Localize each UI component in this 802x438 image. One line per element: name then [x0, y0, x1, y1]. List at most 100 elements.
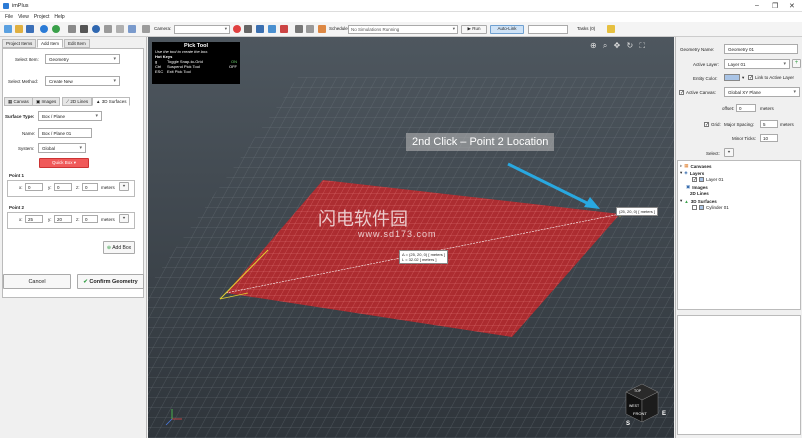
active-canvas-value: Global XY Plane — [728, 90, 761, 95]
pick-tool-tooltip: Pick Tool Use the tool to create the box… — [152, 42, 240, 84]
tree-layers[interactable]: ▾ ◈ Layers — [680, 170, 704, 176]
tab-add-item[interactable]: Add Item — [37, 39, 64, 48]
subtab-3d-surfaces-label: 3D Surfaces — [101, 99, 127, 104]
autolink-label: Auto-Link — [497, 26, 517, 31]
active-canvas-combo[interactable]: Global XY Plane ▾ — [724, 87, 800, 97]
name-label: Name: — [22, 131, 36, 136]
major-spacing-input[interactable]: 5 — [760, 120, 778, 128]
info-icon[interactable] — [40, 25, 48, 33]
point1-pick-button[interactable]: ⌖ — [119, 182, 129, 191]
tree-canvases-label: Canvases — [690, 163, 712, 169]
tab-edit-item[interactable]: Edit Item — [64, 39, 90, 48]
tab-project-items[interactable]: Project Items — [2, 39, 37, 48]
cancel-button[interactable]: Cancel — [3, 274, 71, 289]
grid-checkbox[interactable]: Grid: — [704, 122, 721, 127]
save-icon[interactable] — [26, 25, 34, 33]
add-icon[interactable] — [52, 25, 60, 33]
pencil-icon[interactable] — [607, 25, 615, 33]
list-icon[interactable] — [68, 25, 76, 33]
menu-help[interactable]: Help — [54, 14, 64, 20]
entity-color-label: Entity Color: — [693, 76, 718, 81]
select-pick-button[interactable]: ⌖ — [724, 148, 734, 157]
tree-layer01[interactable]: Layer 01 — [692, 177, 724, 182]
maximize-button[interactable]: ❐ — [772, 2, 778, 10]
target-icon[interactable] — [280, 25, 288, 33]
quick-box-button[interactable]: Quick Box ▾ — [39, 158, 89, 168]
record-icon[interactable] — [233, 25, 241, 33]
active-layer-combo[interactable]: Layer 01 ▾ — [724, 59, 790, 69]
point1-y-input[interactable]: 0 — [54, 183, 72, 191]
menu-view[interactable]: View — [18, 14, 29, 20]
dropdown-icon[interactable] — [306, 25, 314, 33]
add-layer-button[interactable]: + — [792, 59, 801, 68]
3d-viewport[interactable]: ⊕ ⌕ ✥ ↻ ⛶ 2nd Click – Point 2 Location (… — [148, 37, 674, 438]
watermark-url: www.sd173.com — [358, 229, 437, 239]
point2-z-input[interactable]: 0 — [82, 215, 98, 223]
tree-2d-lines[interactable]: 2D Lines — [690, 191, 709, 196]
subtab-3d-surfaces[interactable]: ▲ 3D Surfaces — [92, 97, 131, 106]
layers-icon: ◈ — [684, 170, 688, 175]
close-button[interactable]: ✕ — [789, 2, 795, 10]
right-panel: Geometry Name: Geometry 01 Active Layer:… — [675, 37, 802, 438]
subtab-images[interactable]: ▣ Images — [32, 97, 61, 106]
menu-file[interactable]: File — [5, 14, 13, 20]
autolink-button[interactable]: Auto-Link — [490, 25, 524, 34]
open-icon[interactable] — [15, 25, 23, 33]
name-input[interactable]: Box / Plane 01 — [38, 128, 92, 138]
layers-icon[interactable] — [116, 25, 124, 33]
point2-y-input[interactable]: 20 — [54, 215, 72, 223]
export-icon[interactable] — [295, 25, 303, 33]
point1-x-input[interactable]: 0 — [25, 183, 43, 191]
viewport-tools[interactable]: ⊕ ⌕ ✥ ↻ ⛶ — [590, 41, 647, 51]
point2-x-input[interactable]: 25 — [25, 215, 43, 223]
view-cube[interactable] — [625, 383, 659, 423]
link-to-layer-checkbox[interactable]: Link to Active Layer — [748, 75, 794, 80]
panel-icon[interactable] — [142, 25, 150, 33]
tree-layer01-label: Layer 01 — [706, 177, 724, 182]
subtab-2d-lines[interactable]: ⟋ 2D Lines — [62, 97, 93, 106]
run-button[interactable]: ▶ Run — [461, 25, 487, 34]
grid-icon[interactable] — [80, 25, 88, 33]
annotation-label: 2nd Click – Point 2 Location — [406, 133, 555, 151]
add-box-button[interactable]: ⊕ Add Box — [103, 241, 135, 254]
camera-icon[interactable] — [256, 25, 264, 33]
surface-type-combo[interactable]: Box / Plane ▾ — [38, 111, 102, 121]
film-icon[interactable] — [244, 25, 252, 33]
geometry-name-input[interactable]: Geometry 01 — [724, 44, 798, 54]
tree-images-label: Images — [692, 184, 708, 190]
menu-project[interactable]: Project — [34, 14, 50, 20]
entity-color-swatch[interactable] — [724, 74, 740, 81]
view-cube-top-label: TOP — [634, 389, 642, 393]
hotkey-key: ESC — [155, 69, 164, 74]
system-combo[interactable]: Global ▾ — [38, 143, 86, 153]
camera-label: Camera: — [154, 26, 172, 31]
camera-select[interactable]: ▾ — [174, 25, 230, 34]
select-method-combo[interactable]: Create New ▾ — [45, 76, 120, 86]
tree-canvases[interactable]: ▹ ▦ Canvases — [680, 163, 712, 169]
new-icon[interactable] — [4, 25, 12, 33]
schedule-select[interactable]: No Simulations Running ▾ — [348, 25, 458, 34]
schedule-icon[interactable] — [318, 25, 326, 33]
watermark-cn: 闪电软件园 — [318, 209, 408, 230]
search-field[interactable] — [528, 25, 568, 34]
active-canvas-checkbox[interactable]: Active Canvas: — [679, 90, 716, 95]
globe-icon[interactable] — [92, 25, 100, 33]
settings-icon[interactable] — [128, 25, 136, 33]
tree-3d-surfaces[interactable]: ▾ ▲ 3D Surfaces — [680, 198, 717, 204]
measure-icon[interactable] — [104, 25, 112, 33]
point2-pick-button[interactable]: ⌖ — [119, 214, 129, 223]
color-dropdown-icon[interactable]: ▾ — [742, 75, 744, 81]
minimize-button[interactable]: – — [755, 2, 759, 9]
tree-view[interactable]: ▹ ▦Canvases ▾ ◈Layers Layer 01 ▣Images 2… — [677, 160, 801, 310]
tree-images[interactable]: ▣ Images — [686, 184, 708, 190]
surface-type-value: Box / Plane — [42, 114, 66, 119]
point1-z-input[interactable]: 0 — [82, 183, 98, 191]
offset-input[interactable]: 0 — [736, 104, 756, 112]
subtab-canvas[interactable]: ▦ Canvas — [4, 97, 33, 106]
tree-cylinder01[interactable]: Cylinder 01 — [692, 205, 729, 210]
tasks-label[interactable]: Tasks (0) — [577, 26, 595, 31]
minor-ticks-input[interactable]: 10 — [760, 134, 778, 142]
view-icon[interactable] — [268, 25, 276, 33]
select-item-combo[interactable]: Geometry ▾ — [45, 54, 120, 64]
confirm-geometry-button[interactable]: ✔ Confirm Geometry — [77, 274, 144, 289]
